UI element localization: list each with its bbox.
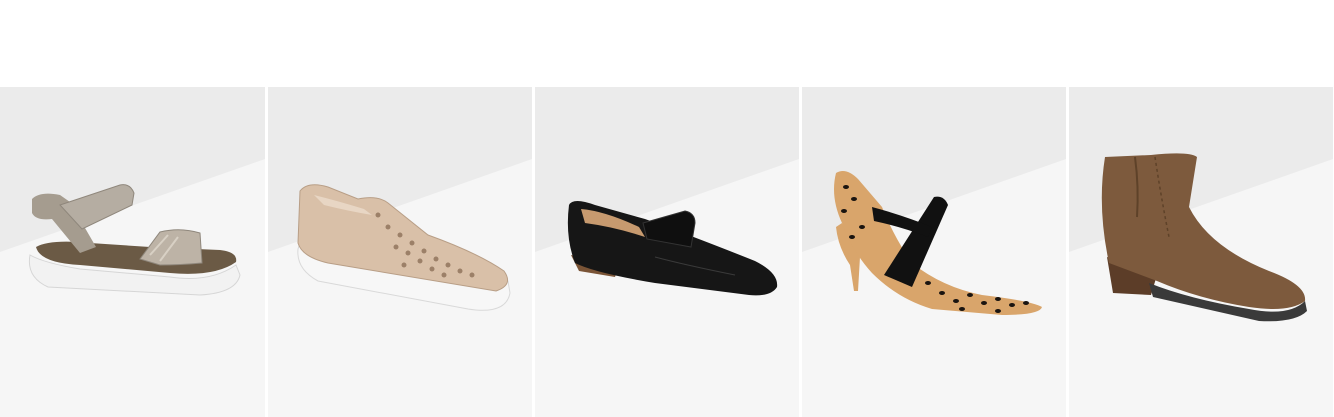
product-strip: [0, 87, 1334, 417]
product-tile-loafer[interactable]: [535, 87, 799, 417]
product-tile-bootie[interactable]: [1069, 87, 1333, 417]
ankle-bootie-icon: [1101, 153, 1307, 322]
product-tile-pump[interactable]: [802, 87, 1066, 417]
leopard-pump-icon: [834, 171, 1042, 315]
product-tile-sandal[interactable]: [0, 87, 265, 417]
slip-on-sneaker-icon: [297, 184, 511, 311]
loafer-icon: [567, 201, 778, 296]
product-tile-slip-on[interactable]: [268, 87, 532, 417]
sandal-icon: [28, 184, 241, 296]
